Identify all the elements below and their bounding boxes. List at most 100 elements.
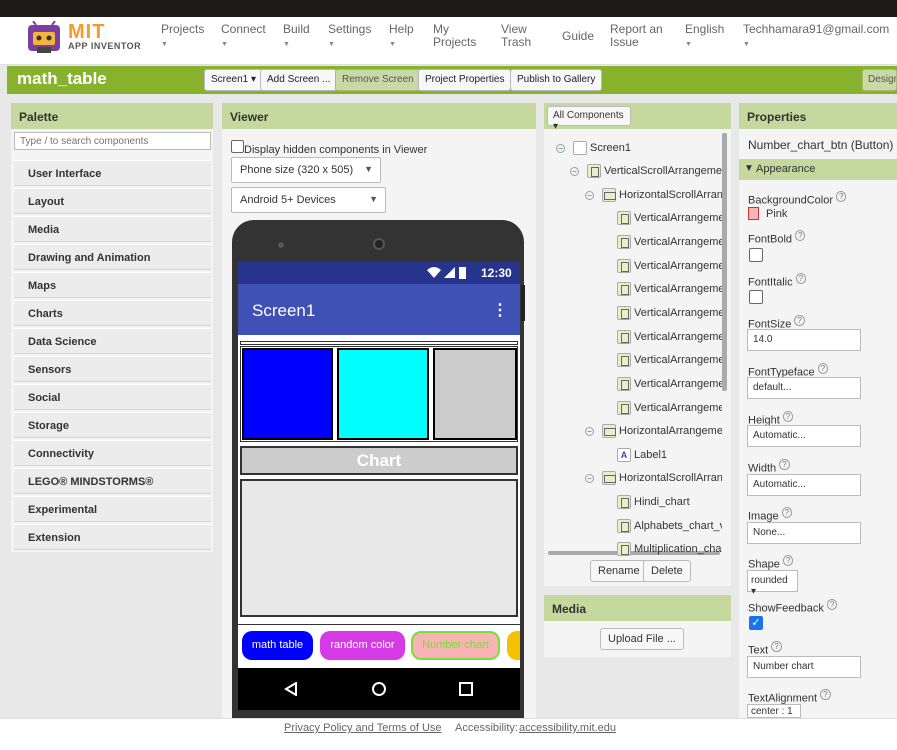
tree-item-vsa[interactable]: − VerticalScrollArrangement1 (570, 164, 722, 178)
font-size-input[interactable]: 14.0 (747, 329, 861, 351)
app-inventor-logo[interactable]: MIT APP INVENTOR (26, 19, 176, 63)
collapse-toggle-icon[interactable]: − (585, 190, 594, 200)
palette-category[interactable]: Social (14, 384, 211, 410)
text-input[interactable]: Number chart (747, 656, 861, 678)
rename-button[interactable]: Rename (590, 560, 648, 582)
pink-swatch[interactable] (748, 207, 759, 220)
font-italic-checkbox[interactable] (749, 290, 763, 304)
help-icon[interactable]: ? (771, 641, 782, 652)
nav-projects[interactable]: Projects ▼ (161, 23, 204, 51)
chart-content-area[interactable] (240, 479, 518, 617)
collapse-toggle-icon[interactable]: − (570, 166, 579, 176)
help-icon[interactable]: ? (826, 599, 838, 610)
tree-item-va2[interactable]: VerticalArrangement2 (617, 235, 722, 249)
cyan-vertical-arrangement[interactable] (337, 348, 429, 440)
overflow-menu-icon[interactable]: ⋮ (492, 300, 508, 320)
tree-item-va3[interactable]: VerticalArrangement3 (617, 259, 722, 273)
palette-search-input[interactable] (14, 132, 211, 150)
upload-file-button[interactable]: Upload File ... (600, 628, 684, 650)
palette-category[interactable]: Layout (14, 188, 211, 214)
help-icon[interactable]: ? (836, 191, 847, 202)
collapse-toggle-icon[interactable]: − (585, 426, 594, 436)
tree-item-va7[interactable]: VerticalArrangement7 (617, 353, 722, 367)
palette-category[interactable]: Storage (14, 412, 211, 438)
designer-button[interactable]: Designer (862, 69, 897, 91)
tree-item-va1[interactable]: VerticalArrangement1 (617, 211, 722, 225)
nav-view-trash[interactable]: View Trash (501, 23, 531, 49)
palette-category[interactable]: LEGO® MINDSTORMS® (14, 468, 211, 494)
width-input[interactable]: Automatic... (747, 474, 861, 496)
palette-category[interactable]: Extension (14, 524, 211, 550)
add-screen-button[interactable]: Add Screen ... (260, 69, 338, 91)
nav-report-issue[interactable]: Report an Issue (610, 23, 663, 49)
tree-item-hsa2[interactable]: − HorizontalScrollArrangement2 (585, 471, 722, 485)
display-hidden-checkbox[interactable] (231, 140, 244, 153)
show-feedback-checkbox[interactable]: ✓ (749, 616, 763, 630)
palette-category[interactable]: Maps (14, 272, 211, 298)
tree-item-alphabets[interactable]: Alphabets_chart_view (617, 519, 722, 533)
tree-item-va9[interactable]: VerticalArrangement9 (617, 401, 722, 415)
random-color-button[interactable]: random color (320, 631, 405, 660)
tree-item-va5[interactable]: VerticalArrangement5 (617, 306, 722, 320)
tree-item-hindi[interactable]: Hindi_chart (617, 495, 722, 509)
palette-category[interactable]: Connectivity (14, 440, 211, 466)
help-icon[interactable]: ? (779, 459, 790, 470)
tree-item-screen1[interactable]: − Screen1 (556, 141, 722, 155)
help-icon[interactable]: ? (794, 315, 805, 326)
nav-build[interactable]: Build ▼ (283, 23, 310, 51)
prop-background-color-value[interactable]: Pink (766, 208, 787, 220)
phone-size-select[interactable]: Phone size (320 x 505) ▼ (231, 157, 381, 183)
help-icon[interactable]: ? (781, 507, 793, 518)
tree-item-ha1[interactable]: − HorizontalArrangement1 (585, 424, 722, 438)
math-table-button[interactable]: math table (242, 631, 313, 660)
image-input[interactable]: None... (747, 522, 861, 544)
help-icon[interactable]: ? (817, 363, 829, 374)
help-icon[interactable]: ? (782, 555, 794, 566)
font-typeface-input[interactable]: default... (747, 377, 861, 399)
tree-item-hsa[interactable]: − HorizontalScrollArrangement1 (585, 188, 722, 202)
components-vertical-scrollbar[interactable] (722, 133, 727, 391)
palette-category[interactable]: Sensors (14, 356, 211, 382)
palette-category[interactable]: Media (14, 216, 211, 242)
palette-category[interactable]: Drawing and Animation (14, 244, 211, 270)
help-icon[interactable]: ? (795, 273, 807, 284)
collapse-toggle-icon[interactable]: − (585, 473, 594, 483)
tree-item-va8[interactable]: VerticalArrangement8 (617, 377, 722, 391)
tree-item-multiplication[interactable]: Multiplication_chart (617, 542, 722, 556)
blue-vertical-arrangement[interactable] (242, 348, 333, 440)
palette-category[interactable]: Data Science (14, 328, 211, 354)
device-select[interactable]: Android 5+ Devices ▼ (231, 187, 386, 213)
recents-icon[interactable] (459, 682, 473, 696)
nav-connect[interactable]: Connect ▼ (221, 23, 266, 51)
shape-select[interactable]: rounded ▾ (747, 570, 798, 597)
privacy-policy-link[interactable]: Privacy Policy and Terms of Use (284, 722, 442, 734)
all-components-dropdown[interactable]: All Components ▾ (547, 106, 631, 132)
project-properties-button[interactable]: Project Properties (418, 69, 512, 91)
help-icon[interactable]: ? (795, 230, 806, 241)
height-input[interactable]: Automatic... (747, 425, 861, 447)
delete-button[interactable]: Delete (643, 560, 691, 582)
nav-settings[interactable]: Settings ▼ (328, 23, 371, 51)
nav-user-account[interactable]: Techhamara91@gmail.com ▼ (743, 23, 889, 51)
publish-gallery-button[interactable]: Publish to Gallery (510, 69, 603, 91)
grey-vertical-arrangement[interactable] (433, 348, 517, 440)
collapse-toggle-icon[interactable]: − (556, 143, 565, 153)
remove-screen-button[interactable]: Remove Screen (335, 69, 421, 91)
font-bold-checkbox[interactable] (749, 248, 763, 262)
help-icon[interactable]: ? (820, 689, 831, 700)
extra-button-partial[interactable] (507, 631, 520, 660)
appearance-section[interactable]: ▼ Appearance (739, 159, 897, 180)
number-chart-button[interactable]: Number chart (411, 631, 500, 660)
palette-category[interactable]: Charts (14, 300, 211, 326)
tree-item-va6[interactable]: VerticalArrangement6 (617, 330, 722, 344)
accessibility-link[interactable]: accessibility.mit.edu (519, 722, 616, 734)
tree-item-va4[interactable]: VerticalArrangement4 (617, 282, 722, 296)
nav-language[interactable]: English ▼ (685, 23, 724, 51)
palette-category[interactable]: User Interface (14, 160, 211, 186)
text-alignment-select[interactable]: center : 1 ▾ (747, 704, 801, 718)
home-icon[interactable] (371, 681, 387, 697)
nav-help[interactable]: Help ▼ (389, 23, 414, 51)
screen-select-button[interactable]: Screen1 ▾ (204, 69, 264, 91)
back-icon[interactable] (284, 682, 298, 696)
nav-my-projects[interactable]: My Projects (433, 23, 476, 49)
